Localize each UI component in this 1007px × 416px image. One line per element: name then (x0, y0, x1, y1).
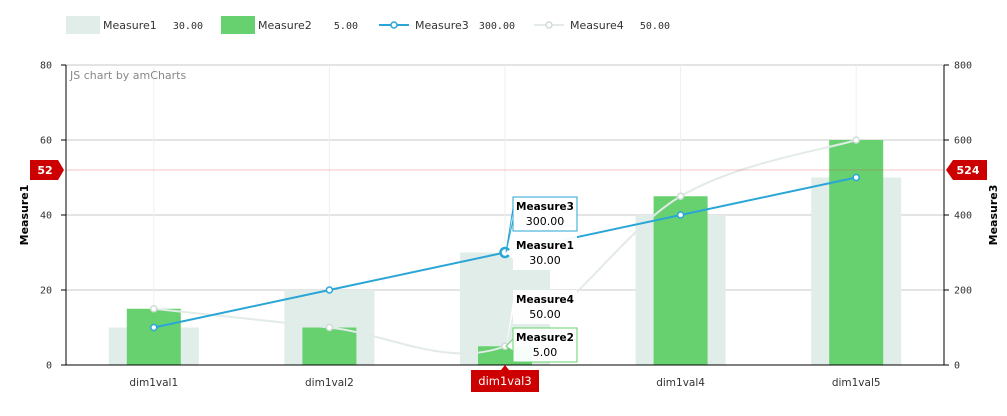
left-tick-label: 20 (40, 286, 52, 297)
legend-label: Measure4 (570, 19, 624, 32)
legend-label: Measure2 (258, 19, 312, 32)
balloon-value: 5.00 (533, 346, 558, 359)
point-measure3[interactable] (325, 286, 334, 294)
legend-item-measure1[interactable]: Measure1 30.00 (66, 16, 203, 34)
category-label: dim1val2 (305, 377, 354, 389)
left-tick-label: 0 (46, 361, 52, 372)
point-measure3[interactable] (676, 211, 685, 219)
point-measure3[interactable] (852, 173, 860, 182)
right-tick-label: 0 (954, 361, 960, 372)
right-tick-label: 600 (954, 136, 972, 147)
balloon-title: Measure4 (516, 294, 574, 306)
balloon-value: 30.00 (529, 254, 561, 267)
legend: Measure1 30.00 Measure2 5.00 Measure3 300.00 M… (66, 16, 670, 34)
right-tick-label: 400 (954, 211, 972, 222)
legend-value: 300.00 (479, 21, 515, 32)
legend-swatch-marker (545, 21, 553, 29)
bar-measure2[interactable] (302, 327, 357, 366)
legend-item-measure4[interactable]: Measure4 50.00 (534, 19, 670, 32)
legend-item-measure2[interactable]: Measure2 5.00 (221, 16, 358, 34)
legend-value: 50.00 (640, 21, 670, 32)
bar-measure2[interactable] (126, 308, 181, 365)
legend-swatch (66, 16, 100, 34)
balloon-title: Measure2 (516, 332, 574, 344)
combo-chart: 0204060800200400600800dim1val1 dim1val2 di… (18, 16, 1000, 392)
cursor-category-label: dim1val3 (478, 374, 531, 388)
balloon-value: 300.00 (526, 215, 565, 228)
point-measure4[interactable] (852, 136, 860, 144)
balloon-measure1: Measure1 30.00 (506, 236, 577, 270)
category-label: dim1val4 (656, 377, 705, 389)
legend-swatch-marker (390, 21, 398, 29)
left-axis-title: Measure1 (18, 185, 31, 246)
legend-label: Measure3 (415, 19, 469, 32)
chart-container: 0 20 40 60 80 0 200 400 600 800 dim1val1 dim1val2 di… (0, 0, 1007, 412)
balloon-measure2: Measure2 5.00 (505, 327, 578, 363)
point-measure4[interactable] (150, 305, 158, 313)
legend-label: Measure1 (103, 19, 157, 32)
point-measure4[interactable] (325, 323, 334, 332)
bar-measure2[interactable] (653, 196, 708, 365)
point-measure3[interactable] (150, 323, 158, 332)
legend-item-measure3[interactable]: Measure3 300.00 (379, 19, 515, 32)
legend-value: 30.00 (173, 21, 203, 32)
cursor-left-label: 52 (37, 164, 52, 177)
right-axis-title: Measure3 (987, 185, 1000, 246)
chart-credit[interactable]: JS chart by amCharts (69, 69, 186, 82)
point-measure4[interactable] (676, 192, 685, 200)
right-tick-label: 800 (954, 61, 972, 72)
balloon-title: Measure3 (516, 201, 574, 213)
right-tick-label: 200 (954, 286, 972, 297)
left-tick-label: 40 (40, 211, 52, 222)
balloon-value: 50.00 (529, 308, 561, 321)
cursor-right-label: 524 (957, 164, 980, 177)
left-tick-label: 60 (40, 136, 52, 147)
legend-value: 5.00 (334, 21, 358, 32)
legend-swatch (221, 16, 255, 34)
category-label: dim1val1 (129, 377, 178, 389)
left-tick-label: 80 (40, 61, 52, 72)
category-label: dim1val5 (832, 377, 881, 389)
balloon-title: Measure1 (516, 240, 574, 252)
